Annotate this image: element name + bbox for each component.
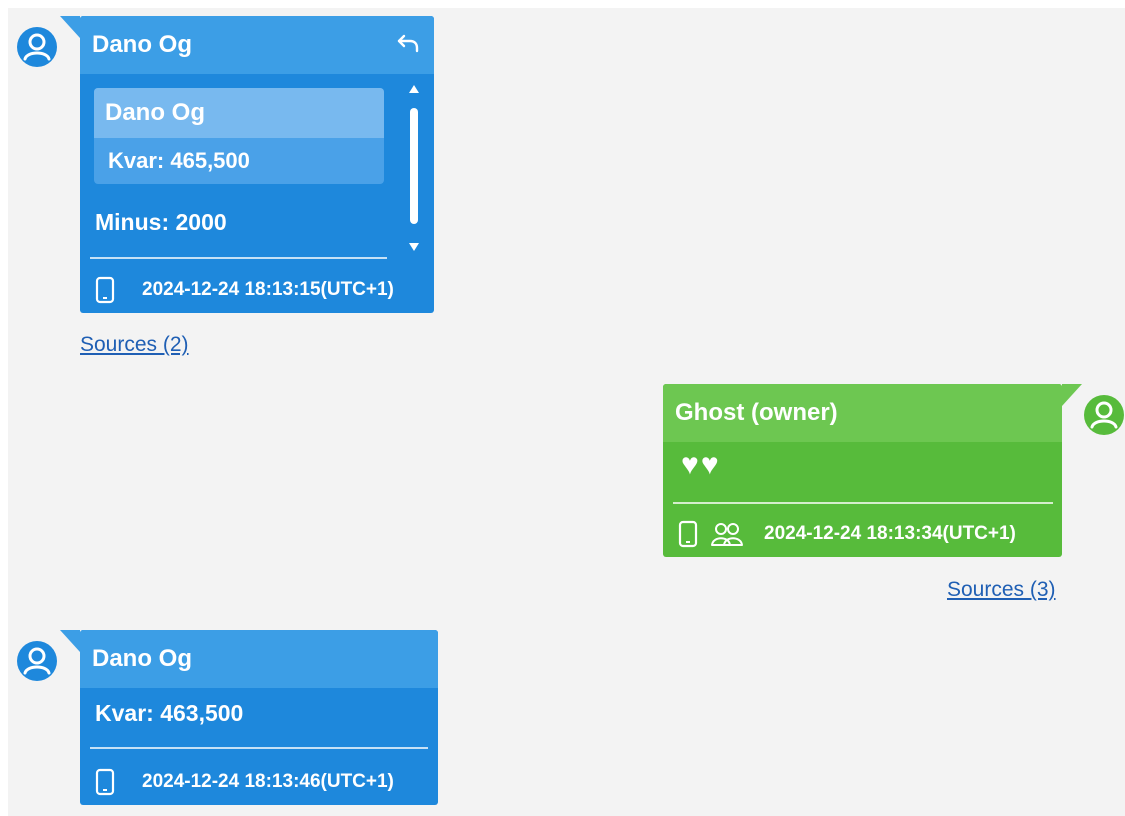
bubble-tail — [1062, 384, 1082, 406]
sender-name: Dano Og — [92, 645, 192, 672]
quoted-text: Kvar: 465,500 — [108, 148, 250, 173]
quoted-sender: Dano Og — [94, 88, 384, 138]
sources-link[interactable]: Sources (3) — [947, 578, 1056, 602]
reply-icon[interactable] — [396, 33, 420, 55]
sources-link[interactable]: Sources (2) — [80, 333, 189, 357]
message-text: ♥♥ — [681, 448, 721, 481]
user-avatar-icon[interactable] — [16, 26, 58, 68]
user-avatar-icon[interactable] — [16, 640, 58, 682]
phone-icon — [95, 276, 115, 304]
scroll-up-arrow-icon[interactable] — [408, 84, 420, 94]
scroll-down-arrow-icon[interactable] — [408, 242, 420, 252]
sender-name: Dano Og — [92, 31, 192, 58]
sender-name: Ghost (owner) — [675, 399, 838, 426]
phone-icon — [678, 520, 698, 548]
phone-icon — [95, 768, 115, 796]
scrollbar-thumb[interactable] — [410, 108, 418, 224]
footer-divider — [90, 747, 428, 749]
message-footer: 2024-12-24 18:13:15(UTC+1) — [95, 274, 394, 306]
message-footer: 2024-12-24 18:13:46(UTC+1) — [95, 766, 394, 798]
bubble-tail — [60, 630, 80, 652]
message-scrollbar[interactable] — [408, 84, 420, 254]
message-bubble[interactable]: Ghost (owner) ♥♥ 2024-12-24 18:13:34(UTC… — [663, 384, 1082, 557]
message-timestamp: 2024-12-24 18:13:34(UTC+1) — [764, 523, 1016, 544]
user-avatar-icon[interactable] — [1083, 394, 1125, 436]
message-timestamp: 2024-12-24 18:13:46(UTC+1) — [142, 771, 394, 792]
message-bubble[interactable]: Dano Og Dano Og Kvar: 465,500 Minus: 200… — [60, 16, 434, 313]
bubble-tail — [60, 16, 80, 38]
message-header: Dano Og — [80, 630, 438, 688]
message-header: Dano Og — [80, 16, 434, 74]
footer-divider — [90, 257, 387, 259]
message-header: Ghost (owner) — [663, 384, 1062, 442]
footer-divider — [673, 502, 1053, 504]
message-timestamp: 2024-12-24 18:13:15(UTC+1) — [142, 279, 394, 300]
group-icon — [711, 523, 743, 546]
message-text: Kvar: 463,500 — [95, 700, 244, 726]
message-text: Minus: 2000 — [95, 209, 227, 235]
quoted-message[interactable]: Dano Og Kvar: 465,500 — [94, 88, 384, 184]
message-footer: 2024-12-24 18:13:34(UTC+1) — [678, 518, 1016, 550]
message-bubble[interactable]: Dano Og Kvar: 463,500 2024-12-24 18:13:4… — [60, 630, 438, 805]
